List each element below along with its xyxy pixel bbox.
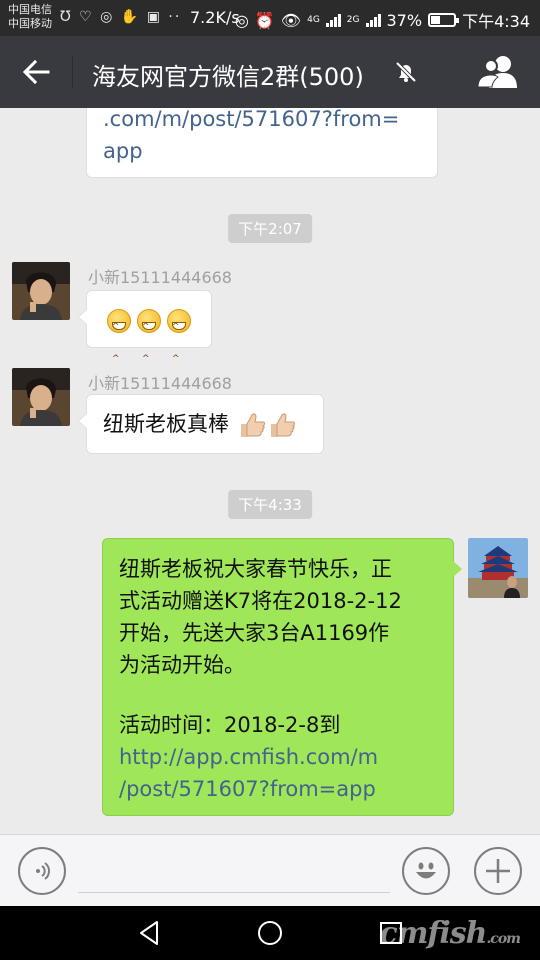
avatar-photo	[12, 368, 70, 426]
thumbs-up-icon	[240, 413, 265, 437]
nav-home-icon[interactable]	[255, 918, 285, 948]
avatar-photo	[468, 538, 528, 598]
grin-emoji-icon	[107, 309, 131, 375]
header-divider	[72, 56, 73, 88]
watermark-text: cmfish	[379, 916, 487, 951]
avatar-photo	[12, 262, 70, 320]
notification-icon-u: Ʊ	[60, 9, 73, 25]
message-timestamp: 下午2:07	[228, 214, 312, 243]
avatar[interactable]	[468, 538, 528, 598]
carrier-2: 中国移动	[8, 17, 52, 30]
hand-icon: ✋	[120, 9, 141, 25]
system-nav-bar: cmfish.com	[0, 906, 540, 960]
battery-icon	[428, 13, 460, 27]
message-link-line[interactable]: http://app.cmfish.com/m	[119, 741, 439, 773]
sender-name: 小新15111444668	[88, 268, 232, 287]
message-bubble[interactable]: 纽斯老板真棒	[78, 394, 324, 454]
more-dots-icon: ··	[168, 9, 182, 25]
nav-back-icon[interactable]	[135, 918, 165, 948]
message-text-line: 活动时间：2018-2-8到	[119, 713, 341, 737]
thumbs-up-icon	[270, 413, 295, 437]
notification-icons: Ʊ ♡ ◎ ✋ ▣ ··	[60, 9, 181, 25]
message-bubble-partial[interactable]: .com/m/post/571607?from= app	[86, 108, 438, 178]
watermark-suffix: .com	[486, 931, 521, 947]
voice-icon	[36, 862, 50, 880]
chat-area[interactable]: .com/m/post/571607?from= app 下午2:07 小新15…	[0, 108, 540, 834]
arrow-left-icon	[22, 59, 50, 85]
chat-title: 海友网官方微信2群(500)	[92, 63, 364, 91]
message-text-line: 式活动赠送K7将在2018-2-12	[119, 589, 402, 613]
message-link-line[interactable]: .com/m/post/571607?from=	[103, 108, 421, 135]
status-bar: 中国电信 中国移动 Ʊ ♡ ◎ ✋ ▣ ·· 7.2K/s ◎ ⏰ 👁 4G 2…	[0, 0, 540, 36]
signal-icon	[325, 13, 341, 27]
message-bubble[interactable]	[78, 290, 212, 375]
mute-bell-icon	[395, 61, 417, 83]
network-speed: 7.2K/s	[190, 8, 240, 27]
smiley-icon	[416, 862, 436, 879]
message-text-line: 为活动开始。	[119, 653, 245, 677]
eye-icon: 👁	[280, 10, 302, 30]
message-timestamp: 下午4:33	[228, 490, 312, 519]
plus-icon	[486, 859, 510, 883]
message-text-line: 开始，先送大家3台A1169作	[119, 621, 390, 645]
back-button[interactable]	[16, 52, 56, 92]
grin-emoji-icon	[167, 309, 191, 375]
sender-name: 小新15111444668	[88, 374, 232, 393]
message-bubble-own[interactable]: 纽斯老板祝大家春节快乐，正 式活动赠送K7将在2018-2-12 开始，先送大家…	[102, 538, 462, 816]
network-4g-label: 4G	[307, 15, 320, 25]
avatar[interactable]	[12, 262, 70, 320]
signal-2-icon	[365, 13, 381, 27]
message-link-line[interactable]: /post/571607?from=app	[119, 773, 439, 805]
message-input[interactable]	[78, 849, 390, 893]
app-icon: ◎	[100, 9, 115, 25]
heart-rate-icon: ♡	[79, 9, 94, 25]
input-bar	[0, 834, 540, 906]
emoji-button[interactable]	[402, 847, 450, 895]
alarm-icon: ⏰	[254, 10, 275, 30]
message-text-line: 纽斯老板祝大家春节快乐，正	[119, 557, 392, 581]
voice-input-button[interactable]	[18, 847, 66, 895]
message-link-line[interactable]: app	[103, 135, 421, 167]
hotspot-icon: ◎	[234, 10, 249, 30]
network-2g-label: 2G	[346, 15, 360, 25]
grin-emoji-icon	[137, 309, 161, 375]
avatar[interactable]	[12, 368, 70, 426]
watermark-logo: cmfish.com	[379, 916, 521, 951]
more-options-button[interactable]	[474, 847, 522, 895]
chat-header: 海友网官方微信2群(500)	[0, 36, 540, 108]
battery-percent: 37%	[386, 10, 423, 30]
status-right: ◎ ⏰ 👁 4G 2G 37% 下午4:34	[235, 8, 530, 32]
app-thumb-icon: ▣	[146, 9, 162, 25]
carrier-1: 中国电信	[8, 3, 52, 16]
message-text: 纽斯老板真棒	[103, 412, 229, 436]
group-members-button[interactable]	[476, 54, 520, 90]
carrier-labels: 中国电信 中国移动	[8, 3, 52, 31]
clock: 下午4:34	[462, 12, 530, 31]
